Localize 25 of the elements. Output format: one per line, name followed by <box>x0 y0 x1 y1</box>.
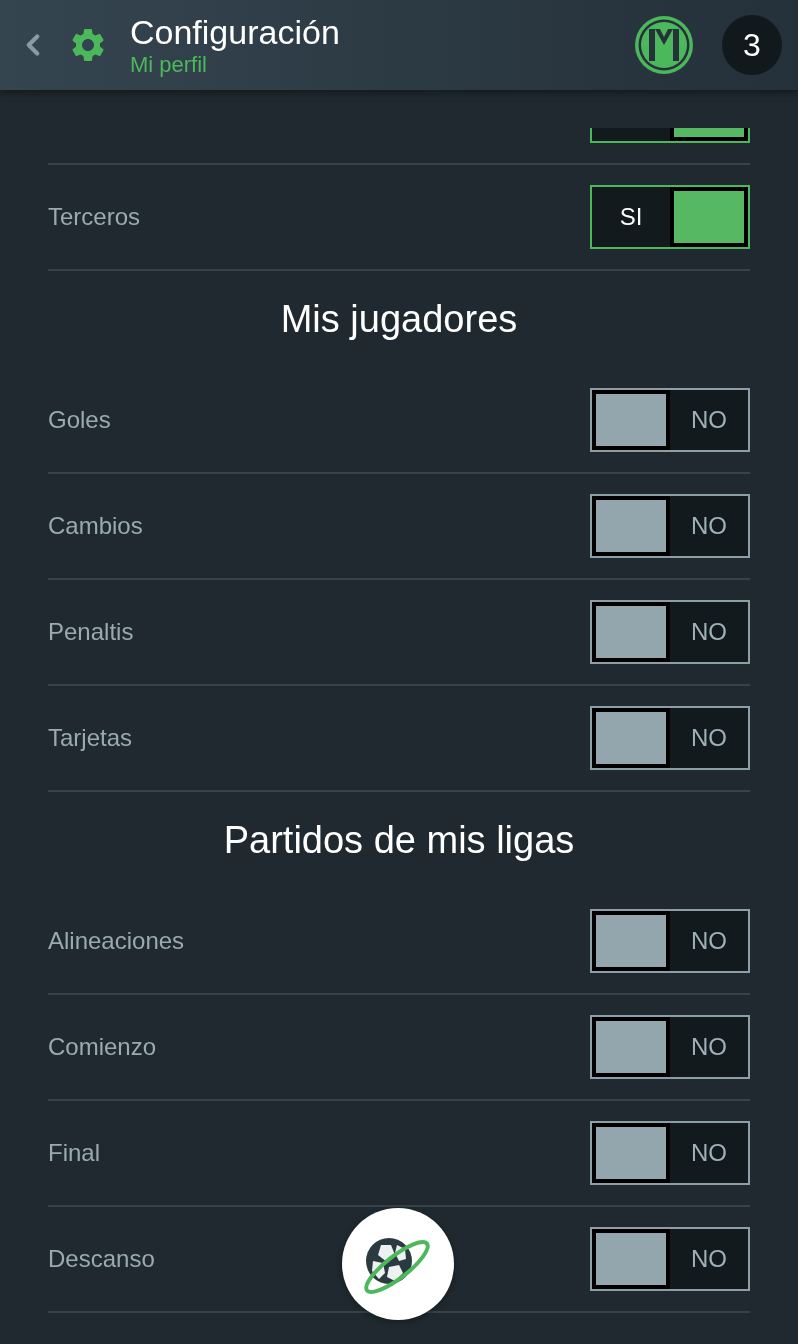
toggle-switch[interactable]: NO <box>590 909 750 973</box>
setting-label: Terceros <box>48 202 141 232</box>
toggle-switch[interactable]: NO <box>590 1227 750 1291</box>
setting-label: Final <box>48 1138 101 1168</box>
m-logo-icon <box>634 15 694 75</box>
toggle-switch[interactable]: SI <box>590 185 750 249</box>
toggle-switch[interactable]: NO <box>590 1121 750 1185</box>
setting-label: Descanso <box>48 1244 155 1274</box>
screen-title: Configuración <box>130 12 340 52</box>
toggle-switch[interactable]: NO <box>590 494 750 558</box>
setting-label: Alineaciones <box>48 926 185 956</box>
setting-label: Cambios <box>48 511 143 541</box>
toggle-switch[interactable]: NO <box>590 706 750 770</box>
section-heading: Partidos de mis ligas <box>222 818 576 863</box>
screen-subtitle: Mi perfil <box>130 52 208 78</box>
setting-label: Goles <box>48 405 111 435</box>
toggle-switch[interactable] <box>590 128 750 143</box>
setting-label: Tarjetas <box>48 723 133 753</box>
toggle-switch[interactable]: NO <box>590 388 750 452</box>
toggle-switch[interactable]: NO <box>590 600 750 664</box>
setting-label: Penaltis <box>48 617 134 647</box>
toggle-switch[interactable]: NO <box>590 1015 750 1079</box>
setting-label: Comienzo <box>48 1032 157 1062</box>
count-badge: 3 <box>722 15 782 75</box>
section-heading: Mis jugadores <box>279 297 519 342</box>
